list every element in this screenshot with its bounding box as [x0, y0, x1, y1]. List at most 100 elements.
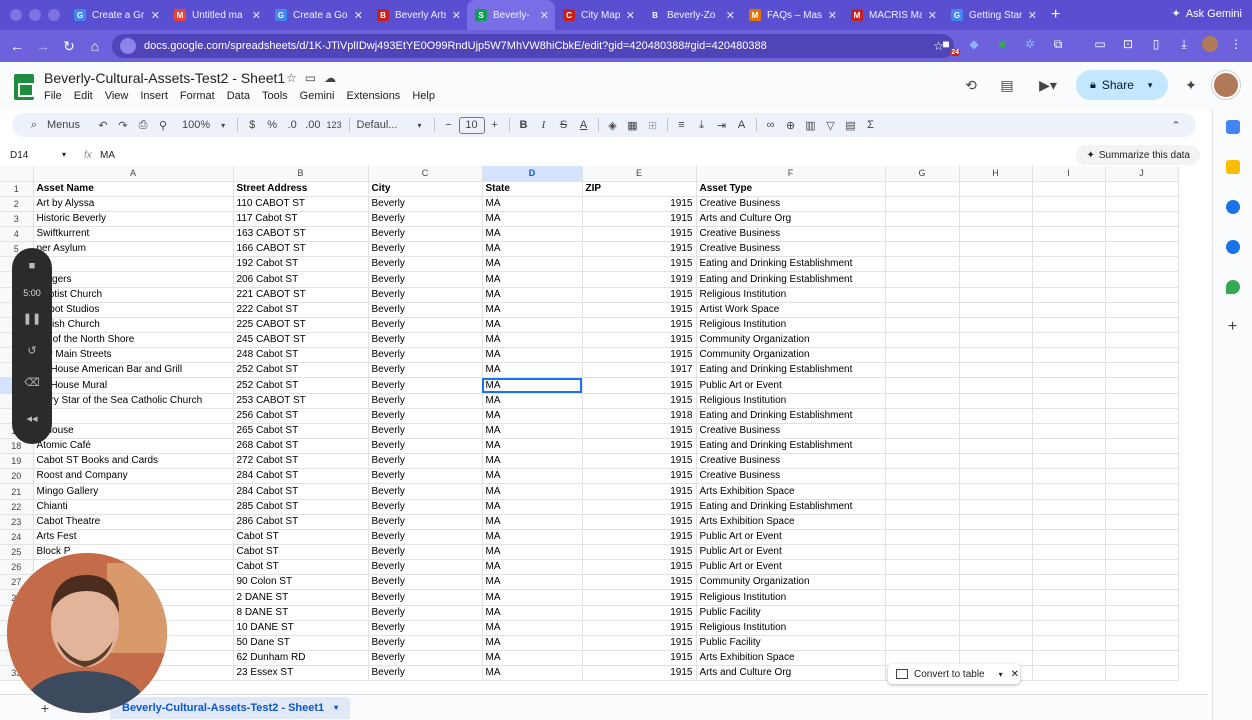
- cell[interactable]: [1105, 499, 1179, 515]
- close-tab-icon[interactable]: ✕: [252, 9, 261, 22]
- cell[interactable]: [1105, 393, 1179, 409]
- cell[interactable]: [959, 287, 1033, 303]
- cell[interactable]: MA: [482, 408, 583, 424]
- cell[interactable]: Mary Star of the Sea Catholic Church: [33, 393, 234, 409]
- cell[interactable]: Beverly: [368, 635, 483, 652]
- cell[interactable]: 245 CABOT ST: [233, 332, 369, 349]
- webcam-bubble[interactable]: [7, 553, 167, 713]
- column-header[interactable]: C: [368, 166, 483, 182]
- cell[interactable]: Eating and Drinking Establishment: [696, 438, 886, 455]
- cell[interactable]: [959, 271, 1033, 288]
- cell[interactable]: [959, 423, 1033, 440]
- new-tab-icon[interactable]: +: [1051, 6, 1060, 24]
- cell[interactable]: [959, 620, 1033, 636]
- cell[interactable]: 206 Cabot ST: [233, 271, 369, 288]
- cell[interactable]: [1032, 211, 1106, 228]
- cell[interactable]: MA: [482, 483, 583, 500]
- extensions-puzzle-icon[interactable]: ⧉: [1048, 34, 1068, 54]
- strikethrough-icon[interactable]: S: [554, 113, 574, 137]
- filter-views-icon[interactable]: ▤: [841, 113, 861, 137]
- cell[interactable]: [1105, 620, 1179, 636]
- cell[interactable]: MA: [482, 241, 583, 258]
- cell[interactable]: [885, 529, 960, 546]
- delete-icon[interactable]: ⌫: [24, 374, 40, 390]
- cell[interactable]: [959, 514, 1033, 530]
- cell[interactable]: Arts and Culture Org: [696, 665, 886, 682]
- profile-avatar[interactable]: [1202, 36, 1218, 52]
- cell[interactable]: 1915: [582, 559, 697, 576]
- cell[interactable]: [885, 483, 960, 500]
- cell[interactable]: [1105, 332, 1179, 349]
- cell[interactable]: [885, 302, 960, 318]
- cell[interactable]: [1105, 226, 1179, 243]
- browser-tab[interactable]: M FAQs – Mas ✕: [741, 0, 843, 30]
- cell[interactable]: [1105, 574, 1179, 591]
- cell[interactable]: Eating and Drinking Establishment: [696, 271, 886, 288]
- zoom-select[interactable]: 100%: [179, 113, 213, 137]
- borders-icon[interactable]: ▦: [623, 113, 643, 137]
- site-info-icon[interactable]: [120, 38, 136, 54]
- more-formats-button[interactable]: 123: [323, 113, 344, 137]
- cell[interactable]: [1105, 256, 1179, 273]
- cell[interactable]: MA: [482, 211, 583, 228]
- cell[interactable]: [1105, 468, 1179, 485]
- cell[interactable]: [1032, 377, 1106, 394]
- close-tab-icon[interactable]: ✕: [540, 9, 549, 22]
- cell[interactable]: Arts Fest: [33, 529, 234, 546]
- cell[interactable]: [1105, 483, 1179, 500]
- cell[interactable]: [885, 181, 960, 197]
- column-header[interactable]: D: [482, 166, 583, 182]
- cell[interactable]: Mingo Gallery: [33, 483, 234, 500]
- download-icon[interactable]: ⤓: [1174, 34, 1194, 54]
- cell[interactable]: Cabot ST: [233, 544, 369, 561]
- cell[interactable]: 284 Cabot ST: [233, 468, 369, 485]
- cell[interactable]: [1032, 362, 1106, 379]
- cell[interactable]: MA: [482, 393, 583, 409]
- version-history-icon[interactable]: ⟲: [958, 72, 984, 98]
- cell[interactable]: 222 Cabot ST: [233, 302, 369, 318]
- cell[interactable]: 166 CABOT ST: [233, 241, 369, 258]
- cell[interactable]: [1105, 302, 1179, 318]
- cell[interactable]: 1915: [582, 438, 697, 455]
- cell[interactable]: na: [33, 408, 234, 424]
- cell[interactable]: MA: [482, 559, 583, 576]
- close-tab-icon[interactable]: ✕: [928, 9, 937, 22]
- cell[interactable]: MA: [482, 574, 583, 591]
- cell[interactable]: Public Art or Event: [696, 544, 886, 561]
- cell[interactable]: 252 Cabot ST: [233, 362, 369, 379]
- cell[interactable]: 1915: [582, 317, 697, 334]
- cell[interactable]: Beverly: [368, 483, 483, 500]
- cell[interactable]: [885, 211, 960, 228]
- close-tab-icon[interactable]: ✕: [726, 9, 735, 22]
- cell[interactable]: MA: [482, 620, 583, 636]
- cell[interactable]: MA: [482, 453, 583, 470]
- cell[interactable]: Arts Exhibition Space: [696, 483, 886, 500]
- convert-dropdown-icon[interactable]: ▾: [999, 670, 1003, 679]
- cell[interactable]: Religious Institution: [696, 317, 886, 334]
- cell[interactable]: Beverly: [368, 665, 483, 682]
- cell[interactable]: [1032, 332, 1106, 349]
- cell[interactable]: [959, 438, 1033, 455]
- name-box[interactable]: D14 ▾: [0, 150, 72, 161]
- spreadsheet-grid[interactable]: ABCDEFGHIJ 1 Asset Name Street Address City…: [0, 166, 1208, 686]
- cell[interactable]: MA: [482, 605, 583, 621]
- cell[interactable]: MA: [482, 377, 583, 394]
- increase-decimal-button[interactable]: .00: [302, 113, 323, 137]
- cell[interactable]: [1032, 196, 1106, 212]
- cell[interactable]: 1915: [582, 665, 697, 682]
- browser-tab[interactable]: G Create a Gr ✕: [66, 0, 166, 30]
- cell[interactable]: Beverly: [368, 393, 483, 409]
- close-tab-icon[interactable]: ✕: [626, 9, 635, 22]
- cell[interactable]: Cabot ST: [233, 529, 369, 546]
- cell[interactable]: 1915: [582, 529, 697, 546]
- cell[interactable]: Community Organization: [696, 332, 886, 349]
- cell[interactable]: 1915: [582, 499, 697, 515]
- cell[interactable]: MA: [482, 317, 583, 334]
- column-header[interactable]: J: [1105, 166, 1179, 182]
- cell[interactable]: [1105, 241, 1179, 258]
- close-tab-icon[interactable]: ✕: [1028, 9, 1037, 22]
- calendar-icon[interactable]: [1225, 120, 1240, 134]
- menu-data[interactable]: Data: [227, 88, 256, 104]
- row-header[interactable]: 1: [0, 181, 34, 197]
- cell[interactable]: Atomic Café: [33, 438, 234, 455]
